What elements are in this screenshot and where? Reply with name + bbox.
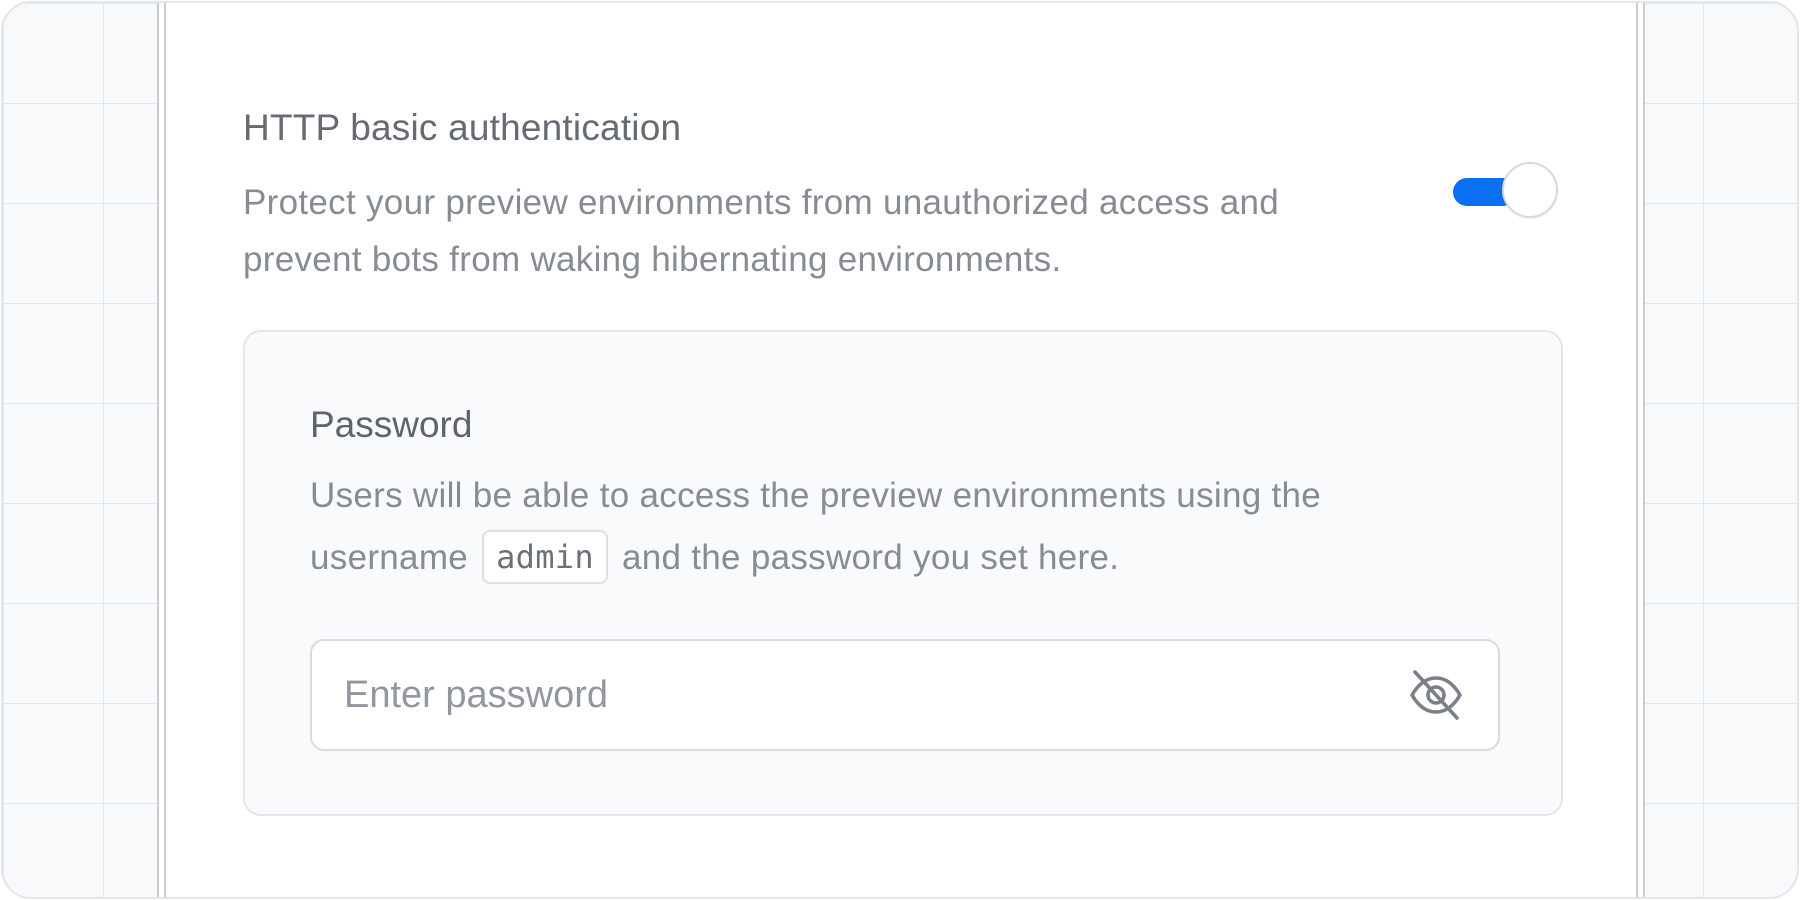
password-field [310,639,1500,751]
settings-panel: HTTP basic authentication Protect your p… [166,3,1636,897]
password-title: Password [310,404,473,445]
password-card: Password Users will be able to access th… [243,330,1563,816]
settings-frame: HTTP basic authentication Protect your p… [1,1,1799,899]
right-rail [1636,3,1645,897]
section-title: HTTP basic authentication [243,107,682,148]
username-code: admin [482,530,608,584]
section-description: Protect your preview environments from u… [243,183,1280,279]
eye-off-icon[interactable] [1408,668,1464,722]
toggle-knob [1502,162,1558,218]
basic-auth-toggle[interactable] [1453,162,1563,222]
password-description: Users will be able to access the preview… [310,465,1460,589]
left-rail [157,3,166,897]
password-description-end: and the password you set here. [621,538,1120,577]
password-input[interactable] [312,641,1392,749]
